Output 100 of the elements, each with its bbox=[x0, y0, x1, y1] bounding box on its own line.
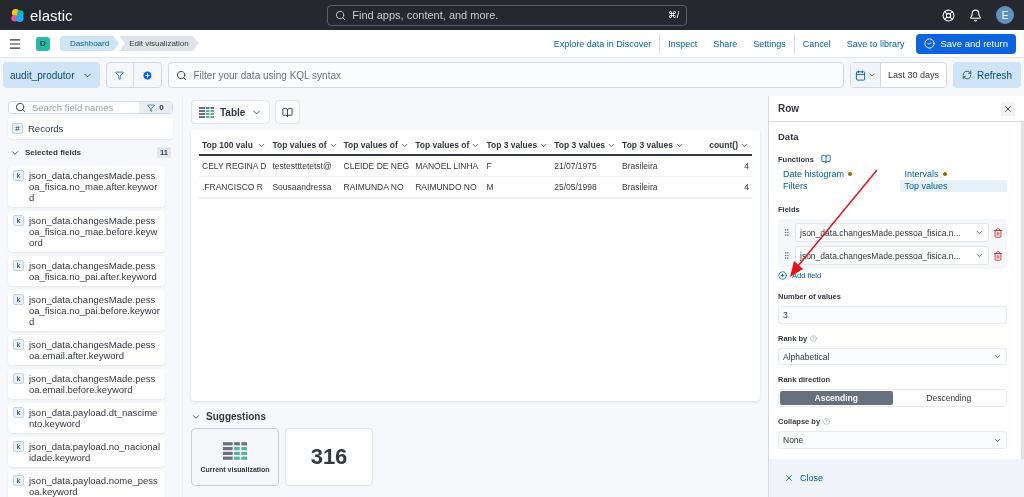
records-field[interactable]: # Records bbox=[8, 118, 173, 139]
column-header[interactable]: Top values of bbox=[269, 136, 341, 156]
date-picker-button[interactable] bbox=[850, 63, 881, 87]
plus-icon bbox=[141, 69, 153, 81]
column-header[interactable]: Top 3 values bbox=[483, 136, 552, 156]
refresh-icon bbox=[962, 70, 972, 80]
section-title: Data bbox=[778, 131, 800, 142]
table-cell: testestttetetst@ bbox=[269, 156, 341, 177]
function-option[interactable]: Top values bbox=[899, 180, 1007, 192]
nav-link[interactable]: Inspect bbox=[660, 33, 706, 54]
field-type-tag: k bbox=[13, 475, 24, 486]
suggestions-title: Suggestions bbox=[206, 411, 266, 422]
drag-handle-icon[interactable] bbox=[782, 251, 791, 260]
book-icon bbox=[282, 106, 294, 118]
table-cell: Brasileira bbox=[619, 177, 687, 198]
table-cell: 21/07/1975 bbox=[551, 156, 620, 177]
nav-link[interactable]: Save to library bbox=[838, 33, 913, 54]
column-header[interactable]: Top 3 values bbox=[619, 136, 687, 156]
nav-link[interactable]: Share bbox=[705, 33, 746, 54]
column-header[interactable]: Top values of bbox=[412, 136, 484, 156]
close-button[interactable] bbox=[1001, 101, 1015, 116]
field-type-tag: k bbox=[13, 373, 24, 384]
refresh-button[interactable]: Refresh bbox=[953, 62, 1021, 88]
app-badge: D bbox=[36, 36, 50, 51]
book-icon[interactable] bbox=[820, 154, 831, 164]
column-header[interactable]: Top 100 valu bbox=[199, 136, 270, 156]
breadcrumb[interactable]: Dashboard bbox=[60, 36, 120, 51]
table-cell: 4 bbox=[686, 177, 752, 198]
table-icon bbox=[199, 106, 214, 118]
calendar-icon bbox=[854, 69, 866, 81]
chevron-icon bbox=[975, 228, 984, 237]
field-type-tag: k bbox=[13, 407, 24, 418]
function-option[interactable]: Filters bbox=[778, 180, 886, 192]
table-cell: RAIMUNDO NO bbox=[412, 177, 484, 198]
table-cell: 4 bbox=[686, 156, 752, 177]
function-option[interactable]: Intervals bbox=[899, 168, 1007, 180]
field-name[interactable]: json_data.payload.no_nacionalidade.keyword bbox=[29, 441, 160, 463]
field-name[interactable]: json_data.changesMade.pessoa_fisica.no_pai.after.keyword bbox=[29, 260, 160, 282]
table-icon bbox=[223, 441, 247, 460]
search-icon bbox=[175, 69, 187, 81]
column-header[interactable]: Top 3 values bbox=[551, 136, 620, 156]
shortcut-hint: ⌘/ bbox=[667, 10, 680, 20]
chart-type-button[interactable]: Table bbox=[191, 100, 271, 124]
rank-by-select[interactable]: Alphabetical bbox=[778, 347, 1007, 366]
search-icon bbox=[335, 9, 347, 21]
field-name[interactable]: json_data.changesMade.pessoa.email.before.keyword bbox=[29, 373, 160, 395]
field-type-tag: k bbox=[13, 170, 24, 181]
trash-icon[interactable] bbox=[993, 227, 1003, 238]
panel-title: Row bbox=[778, 103, 800, 114]
table-cell: CLEIDE DE NEG bbox=[340, 156, 413, 177]
logo-text: elastic bbox=[30, 6, 73, 24]
field-type-tag: k bbox=[13, 260, 24, 271]
global-search-field[interactable]: Find apps, content, and more. ⌘/ bbox=[327, 4, 688, 26]
field-type-tag: k bbox=[13, 441, 24, 452]
close-button[interactable]: Close bbox=[778, 472, 829, 484]
function-option[interactable]: Date histogram bbox=[778, 168, 886, 180]
table-cell: M bbox=[483, 177, 552, 198]
table-cell: 25/05/1998 bbox=[551, 177, 620, 198]
field-name[interactable]: json_data.payload.nome_pessoa.keyword bbox=[29, 475, 160, 497]
trash-icon[interactable] bbox=[993, 250, 1003, 261]
field-type-tag: k bbox=[13, 339, 24, 350]
field-name[interactable]: json_data.changesMade.pessoa_fisica.no_mae.before.keyword bbox=[29, 215, 160, 248]
field-name[interactable]: json_data.changesMade.pessoa.email.after.keyword bbox=[29, 339, 160, 361]
field-type-tag: # bbox=[12, 123, 23, 134]
column-header[interactable]: Top values of bbox=[340, 136, 413, 156]
bell-icon[interactable] bbox=[969, 8, 982, 22]
nav-link[interactable]: Cancel bbox=[794, 33, 839, 54]
column-header[interactable]: count() bbox=[686, 136, 752, 156]
filter-icon bbox=[115, 70, 124, 80]
save-and-return-button[interactable]: Save and return bbox=[916, 33, 1016, 54]
field-name[interactable]: json_data.payload.dt_nascimento.keyword bbox=[29, 407, 160, 429]
nav-link[interactable]: Settings bbox=[745, 33, 795, 54]
collapse-by-select[interactable]: None bbox=[778, 431, 1007, 449]
plus-icon bbox=[778, 271, 787, 280]
chevron-icon bbox=[867, 71, 876, 79]
close-icon bbox=[784, 473, 794, 483]
table-cell: F bbox=[483, 156, 552, 177]
nav-link[interactable]: Explore data in Discover bbox=[545, 33, 661, 54]
field-type-tag: k bbox=[13, 215, 24, 226]
query-field[interactable]: Filter your data using KQL syntax bbox=[167, 62, 844, 88]
table-cell: .FRANCISCO R bbox=[199, 177, 270, 198]
table-cell: MANOEL LINHA bbox=[412, 156, 484, 177]
direction-toggle[interactable]: Ascending bbox=[780, 391, 893, 406]
table-cell: Brasileira bbox=[619, 156, 687, 177]
breadcrumb[interactable]: Edit visualization bbox=[119, 36, 199, 51]
logo-icon bbox=[10, 7, 25, 23]
suggestion-card[interactable]: 316 bbox=[285, 428, 373, 486]
chevron-icon bbox=[975, 251, 984, 260]
table-cell: RAIMUNDA NO bbox=[340, 177, 413, 198]
data-view-picker[interactable]: audit_produtor bbox=[3, 62, 100, 88]
field-name[interactable]: json_data.changesMade.pessoa_fisica.no_pai.before.keyword bbox=[29, 294, 160, 327]
field-name[interactable]: json_data.changesMade.pessoa_fisica.no_mae.after.keyword bbox=[29, 170, 160, 203]
book-button[interactable] bbox=[275, 100, 301, 124]
menu-icon[interactable] bbox=[8, 36, 22, 51]
section-title: Selected fields bbox=[25, 148, 82, 157]
drag-handle-icon[interactable] bbox=[782, 228, 791, 237]
close-icon bbox=[1003, 103, 1013, 114]
field-type-tag: k bbox=[13, 294, 24, 305]
number-input[interactable]: 3 bbox=[778, 306, 1007, 324]
table-cell: Sousaandressa bbox=[269, 177, 341, 198]
